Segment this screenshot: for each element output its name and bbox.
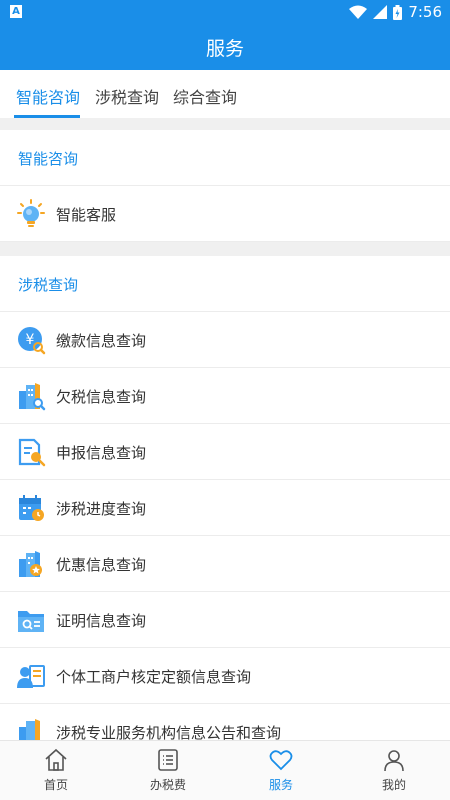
list-item-payment-query[interactable]: ¥ 缴款信息查询 bbox=[0, 312, 450, 368]
list-item-label: 优惠信息查询 bbox=[56, 556, 147, 574]
section-header-tax: 涉税查询 bbox=[0, 256, 450, 312]
app-bar: 服务 bbox=[0, 24, 450, 70]
battery-icon bbox=[393, 4, 403, 20]
status-time: 7:56 bbox=[408, 3, 442, 21]
section-divider bbox=[0, 242, 450, 256]
tab-bar: 智能咨询 涉税查询 综合查询 bbox=[0, 70, 450, 118]
home-icon bbox=[45, 748, 67, 771]
section-title: 涉税查询 bbox=[18, 276, 79, 294]
nav-label: 办税费 bbox=[149, 778, 186, 792]
list-item-declaration-query[interactable]: 申报信息查询 bbox=[0, 424, 450, 480]
bottom-nav: 首页 办税费 服务 我的 bbox=[0, 740, 450, 800]
nav-label: 我的 bbox=[381, 778, 406, 792]
document-search-icon bbox=[18, 438, 46, 467]
list-item-label: 证明信息查询 bbox=[56, 612, 147, 630]
tab-tax-query[interactable]: 涉税查询 bbox=[95, 84, 159, 108]
page-title: 服务 bbox=[205, 38, 244, 60]
nav-mine[interactable]: 我的 bbox=[338, 741, 450, 800]
person-card-icon bbox=[17, 665, 45, 688]
nav-tax-handling[interactable]: 办税费 bbox=[112, 741, 224, 800]
yuan-search-icon: ¥ bbox=[18, 327, 46, 355]
list-item-certificate-query[interactable]: 证明信息查询 bbox=[0, 592, 450, 648]
signal-icon bbox=[373, 5, 388, 19]
nav-label: 服务 bbox=[268, 778, 293, 792]
building-star-icon bbox=[19, 551, 42, 577]
status-icons: 7:56 bbox=[349, 3, 442, 21]
tab-general-query[interactable]: 综合查询 bbox=[173, 84, 237, 108]
list-item-progress-query[interactable]: 涉税进度查询 bbox=[0, 480, 450, 536]
app-notification-icon: A bbox=[10, 5, 22, 18]
list-item-label: 欠税信息查询 bbox=[56, 388, 147, 406]
list-item-label: 申报信息查询 bbox=[56, 444, 147, 462]
lightbulb-icon bbox=[17, 199, 45, 227]
list-item-quota-query[interactable]: 个体工商户核定定额信息查询 bbox=[0, 648, 450, 704]
tab-smart-consult[interactable]: 智能咨询 bbox=[16, 84, 80, 108]
list-item-label: 涉税进度查询 bbox=[56, 500, 147, 518]
folder-search-icon bbox=[18, 611, 44, 632]
wifi-icon bbox=[349, 5, 368, 19]
list-item-label: 个体工商户核定定额信息查询 bbox=[56, 668, 252, 686]
nav-label: 首页 bbox=[43, 778, 68, 792]
svg-text:¥: ¥ bbox=[26, 332, 35, 348]
calendar-clock-icon bbox=[19, 495, 44, 521]
section-title: 智能咨询 bbox=[18, 150, 79, 168]
user-icon bbox=[384, 750, 404, 772]
building-search-icon bbox=[19, 383, 46, 411]
list-item-preference-query[interactable]: 优惠信息查询 bbox=[0, 536, 450, 592]
list-icon bbox=[158, 749, 178, 771]
nav-home[interactable]: 首页 bbox=[0, 741, 112, 800]
section-header-smart: 智能咨询 bbox=[0, 130, 450, 186]
list-item-label: 缴款信息查询 bbox=[56, 332, 147, 350]
section-divider bbox=[0, 118, 450, 130]
status-bar: A 7:56 bbox=[0, 0, 450, 24]
list-item-label: 智能客服 bbox=[56, 206, 117, 224]
nav-service[interactable]: 服务 bbox=[225, 741, 337, 800]
heart-icon bbox=[269, 750, 293, 771]
list-item-arrears-query[interactable]: 欠税信息查询 bbox=[0, 368, 450, 424]
list-item-smart-service[interactable]: 智能客服 bbox=[0, 186, 450, 242]
